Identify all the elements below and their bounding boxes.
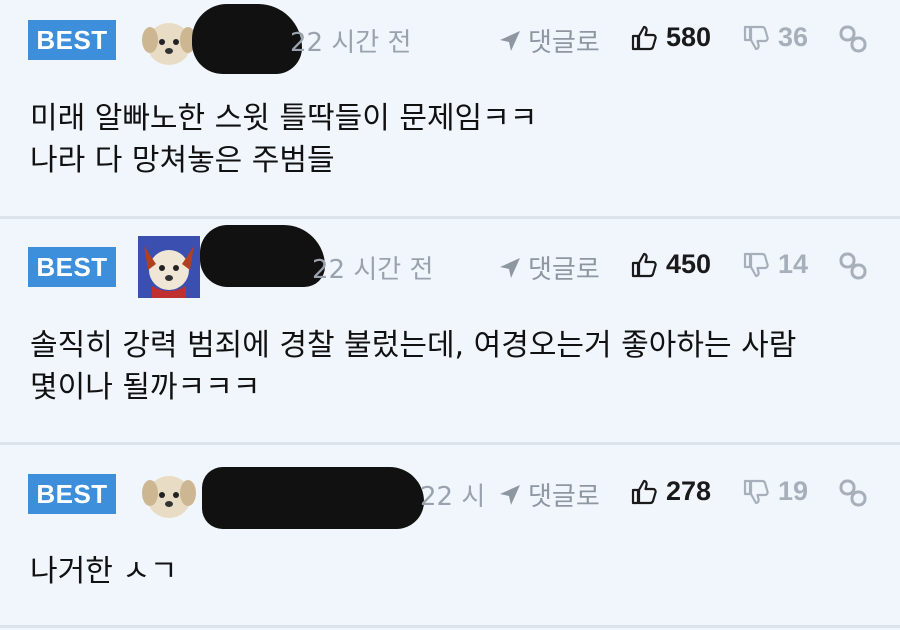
thumbs-down-icon <box>743 252 769 277</box>
comment-line: 솔직히 강력 범죄에 경찰 불렀는데, 여경오는거 좋아하는 사람 <box>30 328 797 363</box>
comment-text: 나거한 ㅅㄱ <box>30 551 178 593</box>
reply-button[interactable]: 댓글로 <box>498 22 600 59</box>
like-button[interactable]: 580 <box>630 22 711 53</box>
thumbs-up-icon <box>631 479 657 504</box>
comment-2: BEST 22 시간 전 댓글로 450 14 솔직히 강력 범죄에 경찰 불렀… <box>0 219 900 442</box>
avatar-dog-icon[interactable] <box>138 463 200 525</box>
like-count: 278 <box>666 476 712 506</box>
dislike-count: 36 <box>778 22 809 52</box>
reply-button[interactable]: 댓글로 <box>498 249 600 286</box>
avatar-dog-icon[interactable] <box>138 236 200 298</box>
dislike-button[interactable]: 14 <box>742 249 808 280</box>
reply-arrow-icon <box>500 257 520 278</box>
like-button[interactable]: 278 <box>630 476 711 507</box>
comment-time: 22 시간 전 <box>420 482 482 512</box>
redacted-username <box>202 467 424 529</box>
comment-time: 22 시간 전 <box>312 255 434 285</box>
comment-line: 몇이나 될까ㅋㅋㅋ <box>30 370 261 405</box>
reply-label: 댓글로 <box>528 255 600 285</box>
thumbs-down-icon <box>743 479 769 504</box>
comment-text: 솔직히 강력 범죄에 경찰 불렀는데, 여경오는거 좋아하는 사람 몇이나 될까… <box>30 325 796 409</box>
comment-1: BEST 22 시간 전 댓글로 580 36 미래 알빠노한 스윗 틀딱들이 … <box>0 0 900 216</box>
thumbs-up-icon <box>631 25 657 50</box>
best-badge: BEST <box>28 20 116 60</box>
dislike-count: 19 <box>778 476 809 506</box>
comment-line: 미래 알빠노한 스윗 틀딱들이 문제임ㅋㅋ <box>30 101 538 136</box>
comment-line: 나라 다 망쳐놓은 주범들 <box>30 143 335 178</box>
like-count: 580 <box>666 22 712 52</box>
like-button[interactable]: 450 <box>630 249 711 280</box>
best-badge: BEST <box>28 247 116 287</box>
avatar-dog-icon[interactable] <box>138 10 200 72</box>
dislike-button[interactable]: 19 <box>742 476 808 507</box>
comment-3: BEST 22 시간 전 댓글로 278 19 나거한 ㅅㄱ <box>0 445 900 625</box>
reply-arrow-icon <box>500 30 520 51</box>
reply-label: 댓글로 <box>528 28 600 58</box>
divider <box>0 625 900 628</box>
redacted-username <box>200 225 325 287</box>
reply-button[interactable]: 댓글로 <box>498 476 600 513</box>
link-icon[interactable] <box>838 478 868 508</box>
link-icon[interactable] <box>838 24 868 54</box>
reply-label: 댓글로 <box>528 482 600 512</box>
link-icon[interactable] <box>838 251 868 281</box>
dislike-button[interactable]: 36 <box>742 22 808 53</box>
like-count: 450 <box>666 249 712 279</box>
thumbs-up-icon <box>631 252 657 277</box>
reply-arrow-icon <box>500 484 520 505</box>
comment-line: 나거한 ㅅㄱ <box>30 554 178 589</box>
dislike-count: 14 <box>778 249 809 279</box>
thumbs-down-icon <box>743 25 769 50</box>
best-badge: BEST <box>28 474 116 514</box>
comment-time: 22 시간 전 <box>290 28 412 58</box>
redacted-username <box>192 4 302 74</box>
comment-text: 미래 알빠노한 스윗 틀딱들이 문제임ㅋㅋ 나라 다 망쳐놓은 주범들 <box>30 98 537 182</box>
